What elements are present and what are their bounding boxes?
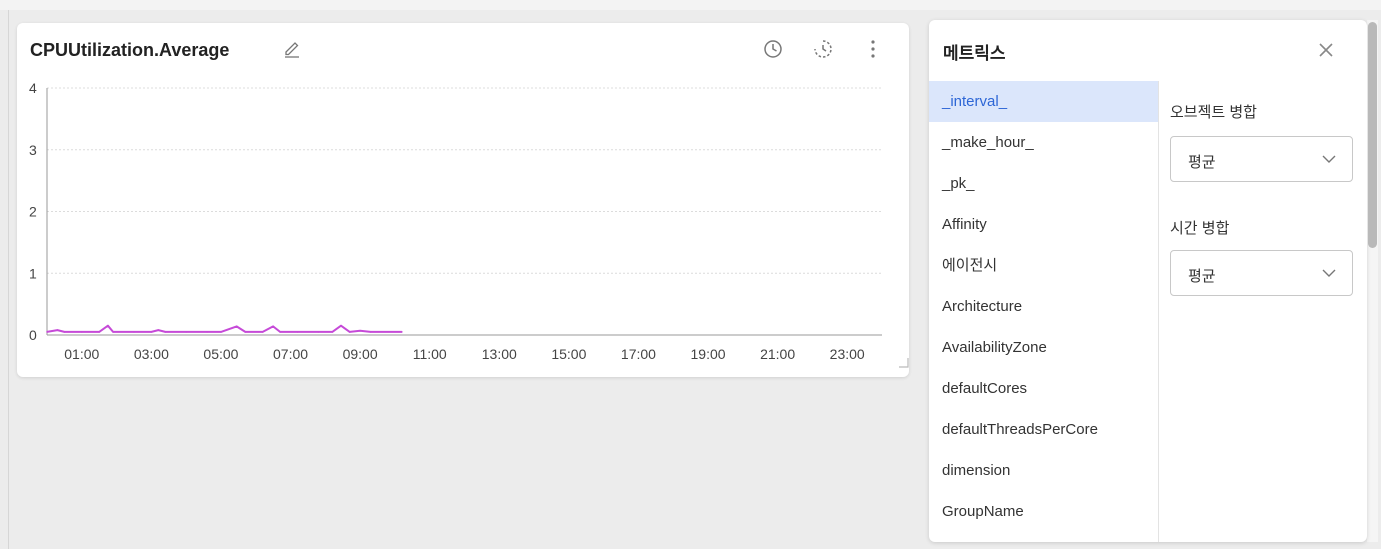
y-tick-label: 1: [29, 265, 37, 281]
x-tick-label: 23:00: [830, 346, 865, 362]
widget-title: CPUUtilization.Average: [30, 40, 230, 60]
metric-item[interactable]: Affinity: [929, 204, 1158, 245]
data-point: [348, 331, 351, 333]
close-icon[interactable]: [1315, 39, 1337, 61]
more-options-icon[interactable]: [862, 38, 884, 60]
time-merge-label: 시간 병합: [1170, 220, 1230, 237]
x-tick-label: 07:00: [273, 346, 308, 362]
chart-widget: CPUUtilization.Average 4 3 2 1 0 01:00 03:00 05…: [17, 23, 909, 377]
metric-item[interactable]: 에이전시: [929, 245, 1158, 286]
data-point: [401, 331, 403, 333]
data-point: [279, 331, 281, 333]
x-tick-label: 17:00: [621, 346, 656, 362]
data-point: [359, 329, 361, 332]
x-tick-label: 03:00: [134, 346, 169, 362]
panel-title: 메트릭스: [943, 44, 1006, 63]
resize-handle-icon[interactable]: [899, 358, 909, 368]
scrollbar-thumb[interactable]: [1368, 22, 1377, 248]
y-tick-label: 0: [29, 327, 37, 343]
metric-item[interactable]: _interval_: [929, 81, 1158, 122]
series-line: [46, 324, 402, 333]
data-point: [112, 331, 114, 333]
data-point: [261, 331, 264, 333]
data-point: [296, 331, 299, 333]
metric-item[interactable]: _make_hour_: [929, 122, 1158, 163]
left-divider: [8, 10, 9, 549]
metric-item[interactable]: Architecture: [929, 286, 1158, 327]
data-point: [206, 331, 208, 333]
metric-item[interactable]: defaultCores: [929, 368, 1158, 409]
data-point: [80, 331, 83, 333]
data-point: [244, 331, 247, 333]
y-tick-label: 2: [29, 204, 37, 220]
y-tick-label: 3: [29, 142, 37, 158]
x-tick-label: 05:00: [203, 346, 238, 362]
data-point: [150, 331, 153, 333]
metric-item[interactable]: dimension: [929, 450, 1158, 491]
data-point: [46, 331, 48, 333]
metric-list: _interval_ _make_hour_ _pk_ Affinity 에이전시 Arc…: [929, 81, 1159, 542]
x-tick-label: 01:00: [64, 346, 99, 362]
metric-item[interactable]: AvailabilityZone: [929, 327, 1158, 368]
edit-icon[interactable]: [282, 37, 302, 59]
data-point: [220, 331, 222, 333]
x-tick-label: 09:00: [343, 346, 378, 362]
x-tick-label: 15:00: [551, 346, 586, 362]
object-merge-select[interactable]: 평균: [1170, 136, 1353, 182]
data-point: [98, 331, 100, 333]
data-point: [164, 331, 167, 333]
data-point: [331, 331, 334, 333]
data-point: [63, 331, 66, 333]
time-merge-select[interactable]: 평균: [1170, 250, 1353, 296]
data-point: [317, 331, 320, 333]
data-point: [157, 329, 160, 331]
x-tick-label: 19:00: [691, 346, 726, 362]
metric-item[interactable]: _pk_: [929, 163, 1158, 204]
object-merge-value: 평균: [1188, 154, 1216, 171]
data-point: [340, 324, 342, 327]
data-point: [56, 329, 59, 331]
data-point: [107, 324, 109, 327]
data-point: [235, 325, 238, 328]
data-point: [369, 331, 372, 333]
y-tick-label: 4: [29, 80, 37, 96]
time-merge-value: 평균: [1188, 268, 1216, 285]
x-tick-label: 21:00: [760, 346, 795, 362]
metrics-panel: 메트릭스 _interval_ _make_hour_ _pk_ Affinity 에이…: [929, 20, 1367, 542]
chevron-down-icon: [1322, 269, 1336, 277]
time-range-icon[interactable]: [812, 38, 834, 60]
metric-item[interactable]: GroupName: [929, 491, 1158, 532]
data-point: [185, 331, 187, 333]
metric-item[interactable]: defaultThreadsPerCore: [929, 409, 1158, 450]
object-merge-label: 오브젝트 병합: [1170, 104, 1257, 121]
cpu-line-chart: 4 3 2 1 0 01:00 03:00 05:00 07:00 09:00 11:00 13:00…: [29, 80, 882, 362]
chevron-down-icon: [1322, 155, 1336, 163]
clock-icon[interactable]: [762, 38, 784, 60]
x-tick-label: 11:00: [413, 346, 447, 362]
data-point: [272, 325, 274, 328]
data-point: [133, 331, 135, 333]
top-bar: [0, 0, 1381, 10]
x-tick-label: 13:00: [482, 346, 517, 362]
